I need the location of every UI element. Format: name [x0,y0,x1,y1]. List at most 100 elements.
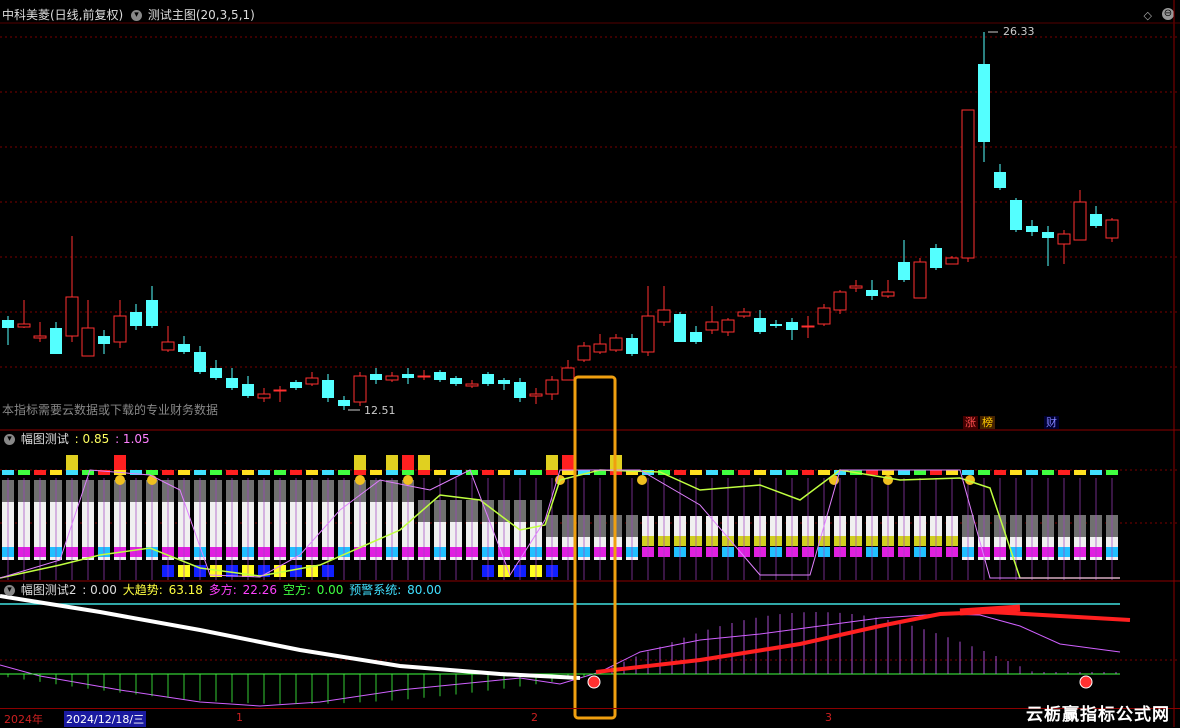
sub1-bar [130,470,142,580]
tick-month-3: 3 [825,711,832,724]
top-marker [178,470,190,475]
candle-body [1105,219,1119,239]
top-marker [162,470,174,475]
bar-top [562,455,574,470]
candle-body [98,336,110,344]
money-bag-shape [637,475,647,485]
sub1-bar [82,470,94,580]
sub1-bar [226,470,238,580]
sub1-bar [18,470,30,580]
sub2-name[interactable]: 幅图测试2 [21,583,77,597]
candle-body [226,378,238,388]
top-marker [258,470,270,475]
top-marker [514,470,526,475]
candle-body [626,338,638,354]
candle-body [849,285,863,289]
candle-body [945,257,959,265]
candle-body [529,393,543,397]
candle [674,312,686,342]
high-price-label: 26.33 [1003,25,1035,38]
candle [1042,226,1054,266]
red-band-thick [959,604,1021,616]
sub2-menu-icon[interactable]: ▾ [4,585,15,596]
candle [353,372,367,406]
bang-badge[interactable]: 榜 [980,416,995,429]
signal-icon [587,675,601,689]
candle [417,370,431,380]
top-marker [1090,470,1102,475]
candle [737,308,751,318]
candle [305,372,319,386]
top-marker [818,470,830,475]
sub1-bar [434,470,446,580]
sub1-bar [994,470,1006,580]
watermark: 云栃赢指标公式网 [1026,705,1170,725]
candle-body [690,332,702,342]
candle-body [353,375,367,403]
candle-body [17,323,31,328]
top-marker [738,470,750,475]
top-marker [1074,470,1086,475]
sub1-bar [1042,470,1054,580]
candle-body [1042,232,1054,238]
candle [17,300,31,328]
sub1-bar [882,470,894,580]
candle [593,334,607,354]
candle [770,320,782,328]
candle-body [1057,233,1071,245]
sub1-v2: : 1.05 [115,432,150,446]
candle-body [994,172,1006,188]
money-bag-shape [403,475,413,485]
candle-body [257,393,271,399]
sub1-menu-icon[interactable]: ▾ [4,434,15,445]
candle [961,109,975,262]
warn-value: 80.00 [407,583,442,597]
sub2-v1: : 0.00 [82,583,117,597]
top-marker [786,470,798,475]
top-marker [50,470,62,475]
candle-body [417,375,431,378]
candle [545,376,559,400]
sub1-bar [194,470,206,580]
cai-badge[interactable]: 财 [1044,416,1059,429]
sub1-bar [594,470,606,580]
candle [930,244,942,270]
candle [98,330,110,354]
top-marker [434,470,446,475]
candle [113,300,127,348]
sub1-bar [482,470,494,580]
signal-dot [1079,675,1093,689]
sub1-bar [242,470,254,580]
candle [561,360,575,381]
top-marker [1106,470,1118,475]
signal-icon [1079,675,1093,689]
cursor-date: 2024/12/18/三 [64,711,147,727]
sub1-header: ▾ 幅图测试 : 0.85 : 1.05 [2,432,152,446]
candle-body [434,372,446,380]
top-marker [882,470,894,475]
candle [178,336,190,354]
top-marker [530,470,542,475]
top-marker [66,470,78,475]
candle-body [817,307,831,325]
candle-body [33,335,47,339]
candle-body [81,327,95,357]
candle-body [210,368,222,378]
zhang-badge[interactable]: 涨 [963,416,978,429]
sub1-bar [1090,470,1102,580]
top-marker [994,470,1006,475]
sub1-name[interactable]: 幅图测试 [21,432,69,446]
money-bag-shape [883,475,893,485]
sub1-bar [770,470,782,580]
candle-body [1073,201,1087,241]
candle-body [130,312,142,326]
candle [65,236,79,342]
sub1-bar [306,470,318,580]
candle-body [593,343,607,353]
sub2-header: ▾ 幅图测试2 : 0.00 大趋势: 63.18 多方: 22.26 空方: … [2,583,443,597]
candle [514,378,526,402]
candle [210,360,222,380]
candle-body [770,324,782,326]
sub1-bar [146,470,158,580]
top-marker [674,470,686,475]
